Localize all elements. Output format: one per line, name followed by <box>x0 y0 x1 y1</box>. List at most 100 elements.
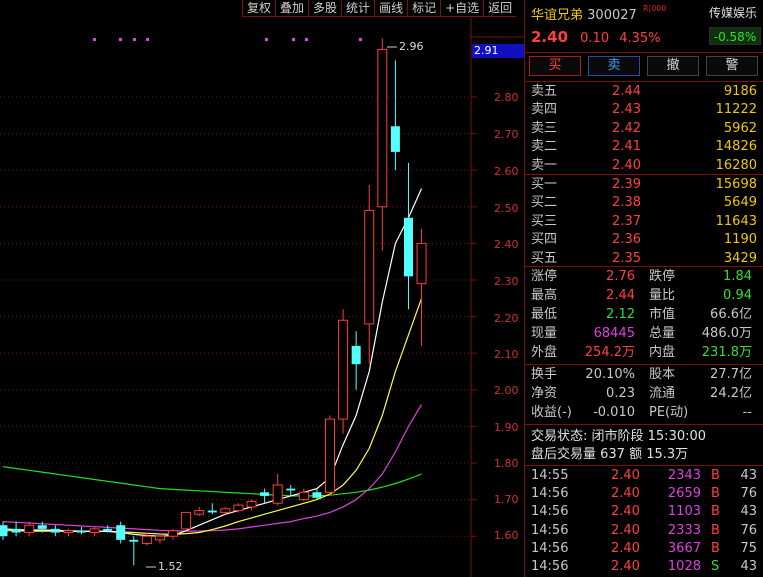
tick-count: 43 <box>740 504 757 520</box>
bid-level-label: 买一 <box>531 177 558 192</box>
toolbar-back-button[interactable]: 返回 <box>483 0 517 17</box>
stat-item: 涨停 2.76 <box>531 268 635 286</box>
bid-level-label: 买二 <box>531 195 558 211</box>
market-flag: R|000 <box>642 4 667 13</box>
bid-price: 2.37 <box>612 213 641 229</box>
tick-price: 2.40 <box>611 468 640 483</box>
y-tick-label: 2.00 <box>494 384 519 397</box>
bid-volume: 15698 <box>715 177 757 192</box>
stat-label: 股本 <box>649 367 676 382</box>
stat-value: 2.12 <box>606 307 635 322</box>
bid-level-label: 买四 <box>531 232 558 248</box>
divider <box>525 364 763 365</box>
stat-label: 净资 <box>531 386 558 401</box>
price-change: 0.10 <box>580 31 610 46</box>
toolbar-statistics-button[interactable]: 统计 <box>341 0 375 17</box>
tick-volume: 2343 <box>667 468 701 483</box>
price-line: 2.40 0.10 4.35% <box>531 28 667 46</box>
ask-row[interactable]: 卖五 2.44 9186 <box>531 83 757 101</box>
ask-price: 2.43 <box>612 102 641 118</box>
sector-name[interactable]: 传媒娱乐 <box>709 4 757 21</box>
y-tick-label: 2.30 <box>494 275 519 288</box>
stat-item: 换手 20.10% <box>531 366 635 384</box>
buy-button[interactable]: 买 <box>529 56 581 76</box>
y-tick-label: 2.10 <box>494 348 519 361</box>
kline-svg[interactable] <box>0 0 524 577</box>
bid-row[interactable]: 买三 2.37 11643 <box>531 213 757 231</box>
bid-row[interactable]: 买五 2.35 3429 <box>531 250 757 268</box>
ask-price: 2.40 <box>612 157 641 173</box>
tick-time: 14:56 <box>531 559 569 574</box>
tick-count: 76 <box>740 522 757 538</box>
tick-time: 14:55 <box>531 468 569 483</box>
candle-body <box>116 525 126 540</box>
candle-body <box>233 504 244 512</box>
bid-level-label: 买五 <box>531 250 558 266</box>
candle-body <box>416 242 427 285</box>
stat-value: -0.010 <box>593 405 635 420</box>
tick-count: 75 <box>740 540 757 556</box>
bid-volume: 5649 <box>723 195 757 211</box>
candle-body <box>50 528 60 533</box>
divider <box>525 424 763 425</box>
toolbar-multi-stock-button[interactable]: 多股 <box>308 0 342 17</box>
y-tick-label: 2.20 <box>494 312 519 325</box>
kline-chart[interactable]: 复权 叠加 多股 统计 画线 标记 +自选 返回 2.91 2.96 1.52 … <box>0 0 524 577</box>
stat-item: PE(动) -- <box>649 404 752 422</box>
ask-volume: 16280 <box>715 157 757 173</box>
bid-row[interactable]: 买一 2.39 15698 <box>531 176 757 194</box>
stat-value: 24.2亿 <box>710 386 752 401</box>
y-tick-label: 1.80 <box>494 457 519 470</box>
stat-value: 68445 <box>593 326 635 341</box>
event-marker <box>359 38 362 41</box>
ask-row[interactable]: 卖三 2.42 5962 <box>531 120 757 138</box>
stat-value: 2.76 <box>606 269 635 284</box>
ask-row[interactable]: 卖二 2.41 14826 <box>531 138 757 156</box>
stat-value: 20.10% <box>585 367 635 382</box>
candle-body <box>272 484 283 504</box>
y-tick-label: 2.50 <box>494 202 519 215</box>
stat-value: 231.8万 <box>701 345 752 360</box>
bid-volume: 11643 <box>715 213 757 229</box>
candle-body <box>11 528 21 533</box>
toolbar-overlay-button[interactable]: 叠加 <box>275 0 309 17</box>
price-alert-button[interactable]: 警 <box>706 56 758 76</box>
stat-label: 跌停 <box>649 269 676 284</box>
candle-body <box>377 48 388 208</box>
ask-price: 2.42 <box>612 120 641 136</box>
bid-volume: 1190 <box>723 232 757 248</box>
tick-volume: 1103 <box>667 504 701 520</box>
candle-body <box>168 530 179 537</box>
stat-item: 净资 0.23 <box>531 385 635 403</box>
bid-row[interactable]: 买四 2.36 1190 <box>531 231 757 249</box>
toolbar-draw-line-button[interactable]: 画线 <box>374 0 408 17</box>
tick-time: 14:56 <box>531 522 569 538</box>
tick-volume: 2333 <box>667 522 701 538</box>
last-price: 2.40 <box>531 28 569 46</box>
bid-row[interactable]: 买二 2.38 5649 <box>531 194 757 212</box>
stat-label: 最低 <box>531 307 558 322</box>
sell-button[interactable]: 卖 <box>588 56 640 76</box>
candle-body <box>181 511 192 530</box>
stat-value: 27.7亿 <box>710 367 752 382</box>
ask-row[interactable]: 卖四 2.43 11222 <box>531 101 757 119</box>
ask-price: 2.44 <box>612 84 641 99</box>
toolbar-mark-button[interactable]: 标记 <box>407 0 441 17</box>
stat-value: 66.6亿 <box>710 307 752 322</box>
trade-status: 交易状态: 闭市阶段 15:30:00 <box>531 429 707 444</box>
event-marker <box>146 38 149 41</box>
tick-time: 14:56 <box>531 540 569 556</box>
toolbar-add-watchlist-button[interactable]: +自选 <box>440 0 484 17</box>
low-price-label: 1.52 <box>158 560 183 573</box>
cancel-order-button[interactable]: 撤 <box>647 56 699 76</box>
stat-item: 收益(-) -0.010 <box>531 404 635 422</box>
ask-price: 2.41 <box>612 139 641 155</box>
ask-volume: 11222 <box>715 102 757 118</box>
stat-label: 现量 <box>531 326 558 341</box>
tick-price: 2.40 <box>611 522 640 538</box>
stat-label: 外盘 <box>531 345 558 360</box>
ask-row[interactable]: 卖一 2.40 16280 <box>531 157 757 175</box>
toolbar-fuquan-button[interactable]: 复权 <box>242 0 276 17</box>
bid-level-label: 买三 <box>531 213 558 229</box>
stat-item: 跌停 1.84 <box>649 268 752 286</box>
